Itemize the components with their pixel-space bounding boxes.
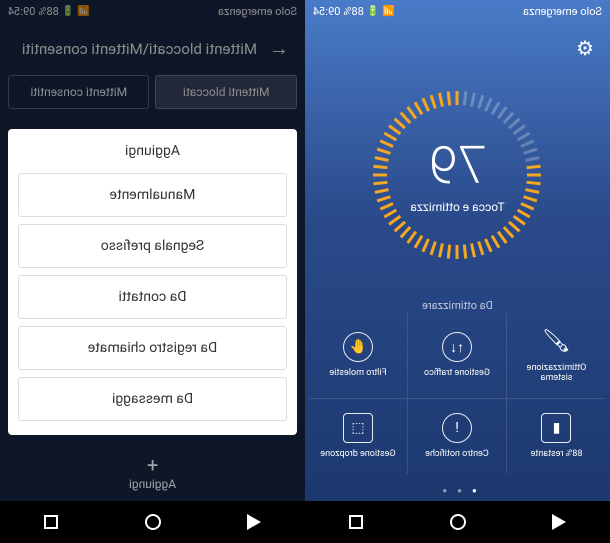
score-panel[interactable]: 79 Tocca e ottimizza Da ottimizzare	[305, 74, 610, 313]
add-action-sheet: Aggiungi Manualmente Segnala prefisso Da…	[8, 129, 297, 435]
system-nav	[305, 501, 610, 543]
battery-percent: 88%	[343, 5, 363, 18]
nav-recent[interactable]	[40, 511, 62, 533]
tile-dropzone[interactable]: ⬚ Gestione dropzone	[309, 398, 408, 474]
score-value: 79	[429, 135, 487, 196]
option-manual[interactable]: Manualmente	[18, 173, 287, 217]
score-ring: 79 Tocca e ottimizza	[368, 85, 548, 265]
nav-recent[interactable]	[345, 511, 367, 533]
app-header: ⚙	[305, 22, 610, 74]
nav-home[interactable]	[447, 511, 469, 533]
optimize-note: Da ottimizzare	[422, 299, 493, 312]
clock: 09:54	[313, 5, 340, 18]
score-label: Tocca e ottimizza	[410, 200, 504, 214]
tile-battery[interactable]: ▮ 88% restante	[507, 398, 606, 474]
tile-optimize[interactable]: 🖌 Ottimizzazione sistema	[507, 313, 606, 399]
plus-icon: +	[10, 453, 295, 477]
option-messages[interactable]: Da messaggi	[18, 377, 287, 421]
notification-icon: !	[442, 413, 472, 443]
tile-filter[interactable]: ✋ Filtro molestie	[309, 313, 408, 399]
battery-icon: 🔋	[367, 6, 379, 17]
page-indicator: ● ● ●	[305, 482, 610, 501]
nav-back[interactable]	[548, 511, 570, 533]
sheet-title: Aggiungi	[18, 143, 287, 159]
nav-back[interactable]	[243, 511, 265, 533]
option-contacts[interactable]: Da contatti	[18, 275, 287, 319]
status-bar: Solo emergenza 📶 🔋 88% 09:54	[305, 0, 610, 22]
traffic-icon: ↑↓	[442, 332, 472, 362]
option-prefix[interactable]: Segnala prefisso	[18, 224, 287, 268]
wifi-icon: 📶	[382, 6, 394, 17]
modal-overlay[interactable]: Aggiungi Manualmente Segnala prefisso Da…	[0, 0, 305, 543]
battery-tile-icon: ▮	[542, 413, 572, 443]
hand-icon: ✋	[343, 332, 373, 362]
system-nav	[0, 501, 305, 543]
add-footer[interactable]: + Aggiungi	[0, 443, 305, 501]
feature-grid: 🖌 Ottimizzazione sistema ↑↓ Gestione tra…	[305, 313, 610, 482]
tile-notifications[interactable]: ! Centro notifiche	[408, 398, 507, 474]
emergency-label: Solo emergenza	[523, 5, 602, 18]
option-calls[interactable]: Da registro chiamate	[18, 326, 287, 370]
settings-icon[interactable]: ⚙	[576, 36, 594, 60]
nav-home[interactable]	[142, 511, 164, 533]
tile-traffic[interactable]: ↑↓ Gestione traffico	[408, 313, 507, 399]
dropzone-icon: ⬚	[343, 413, 373, 443]
brush-icon: 🖌	[542, 327, 572, 357]
